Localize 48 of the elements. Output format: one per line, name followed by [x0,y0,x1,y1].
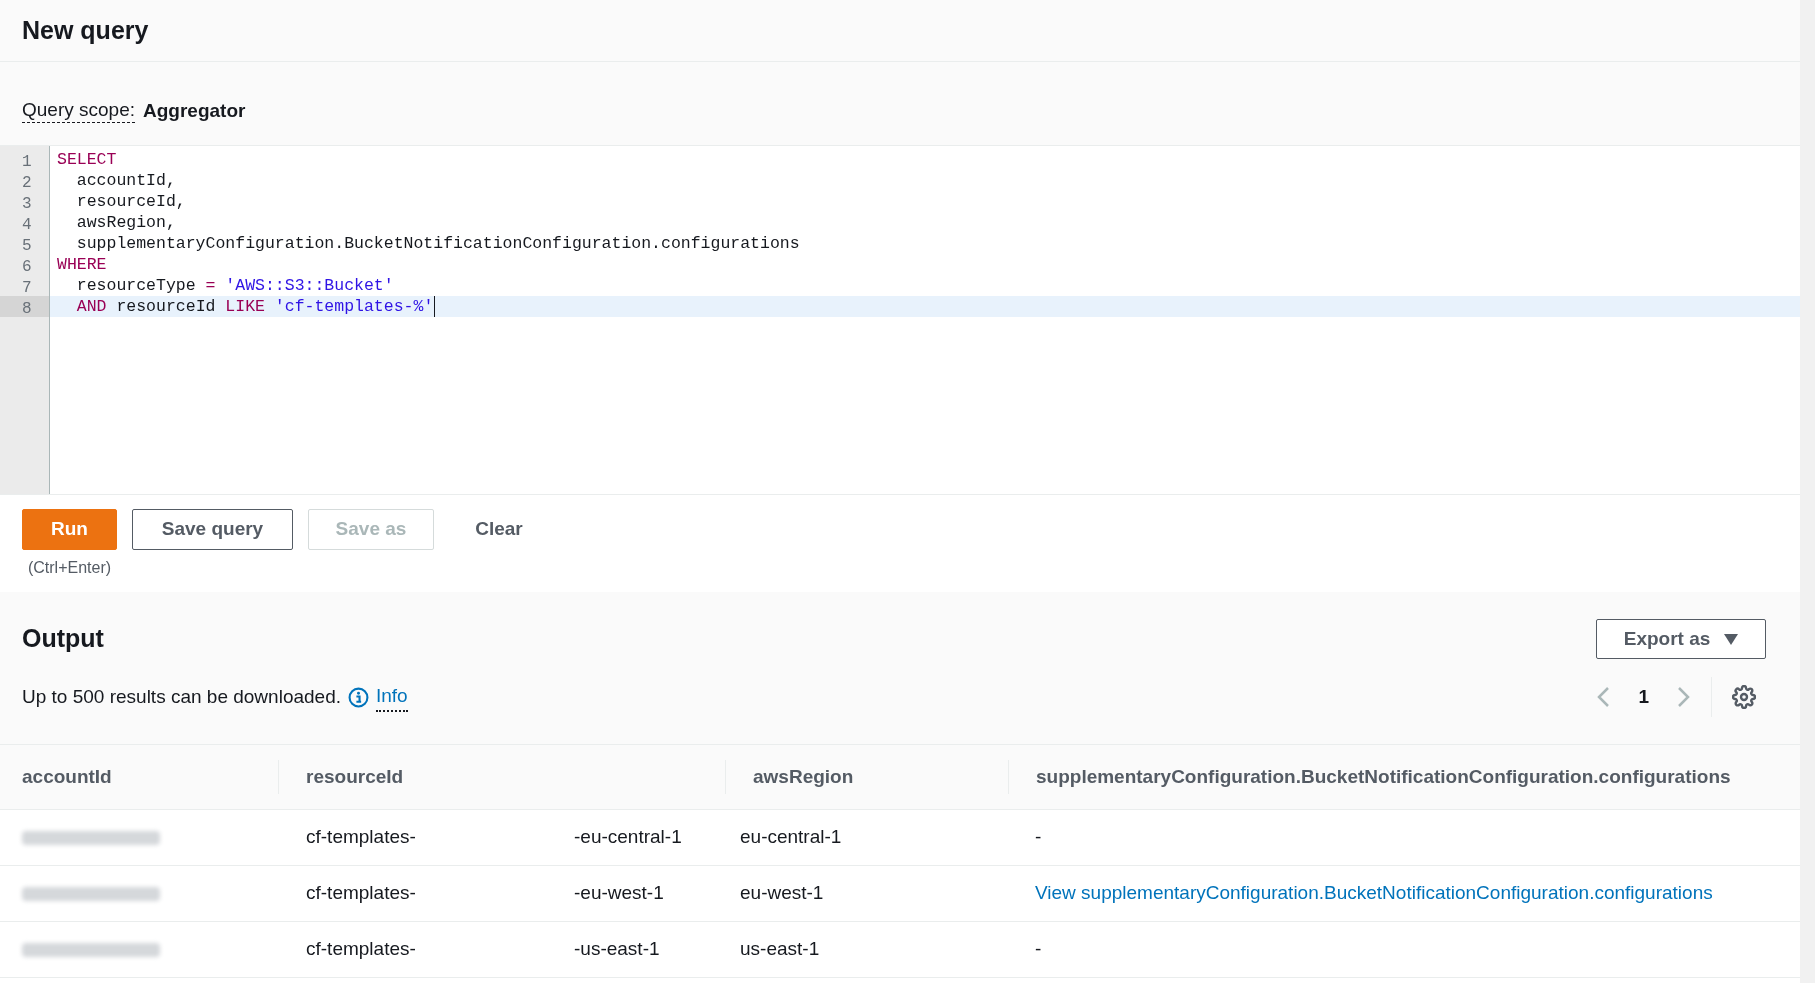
line-number: 6 [22,258,32,276]
table-cell-text: cf-templates- [306,881,417,906]
line-number: 4 [22,216,32,234]
caret-icon [1724,633,1739,645]
column-header[interactable]: resourceId [306,762,404,792]
table-cell-text: -eu-central-1 [574,825,682,850]
code-line: awsRegion, [75,212,176,233]
column-header[interactable]: awsRegion [753,762,854,792]
line-number: 2 [22,174,32,192]
table-cell-text: us-east-1 [740,937,820,962]
table-cell-text: -us-east-1 [574,937,660,962]
scope-value: Aggregator [143,99,246,123]
line-number: 7 [22,279,32,297]
settings-icon[interactable] [1732,685,1756,709]
previous-page-icon[interactable] [1596,686,1611,708]
line-number: 3 [22,195,32,213]
page-title: New query [22,14,149,46]
scope-label[interactable]: Query scope: [22,98,135,123]
table-cell-text: cf-templates- [306,937,417,962]
code-line: AND resourceId LIKE 'cf-templates-%' [57,296,436,317]
download-note: Up to 500 results can be downloaded. [22,684,341,709]
table-cell-text: -eu-west-1 [574,881,664,906]
code-line: accountId, [75,170,176,191]
line-number: 5 [22,237,32,255]
info-link[interactable]: Info [376,681,408,713]
table-cell-text: - [1035,937,1042,962]
code-line: supplementaryConfiguration.BucketNotificationConfiguration.configurations [75,233,800,254]
next-page-icon[interactable] [1677,686,1691,708]
shortcut-hint: (Ctrl+Enter) [27,558,112,578]
code-editor[interactable] [0,146,1800,495]
code-line: resourceType = 'AWS::S3::Bucket' [75,275,394,296]
code-line: resourceId, [75,191,186,212]
info-icon [348,686,369,708]
action-button[interactable]: Save query [132,509,293,550]
table-cell-text: - [1035,825,1042,850]
code-line: SELECT [57,149,117,170]
page-number[interactable]: 1 [1638,682,1649,712]
line-number: 1 [22,153,32,171]
line-number: 8 [22,300,32,318]
column-header[interactable]: accountId [22,762,112,792]
output-title: Output [22,623,104,655]
table-cell-text: cf-templates- [306,825,417,850]
view-configurations-link[interactable]: View supplementaryConfiguration.BucketNotificationConfiguration.configurations [1035,879,1713,908]
export-dropdown[interactable]: Export as [1596,619,1766,659]
table-cell-text: eu-central-1 [740,825,842,850]
code-line: WHERE [57,254,107,275]
action-button[interactable]: Clear [449,509,549,550]
table-cell-text: eu-west-1 [740,881,824,906]
